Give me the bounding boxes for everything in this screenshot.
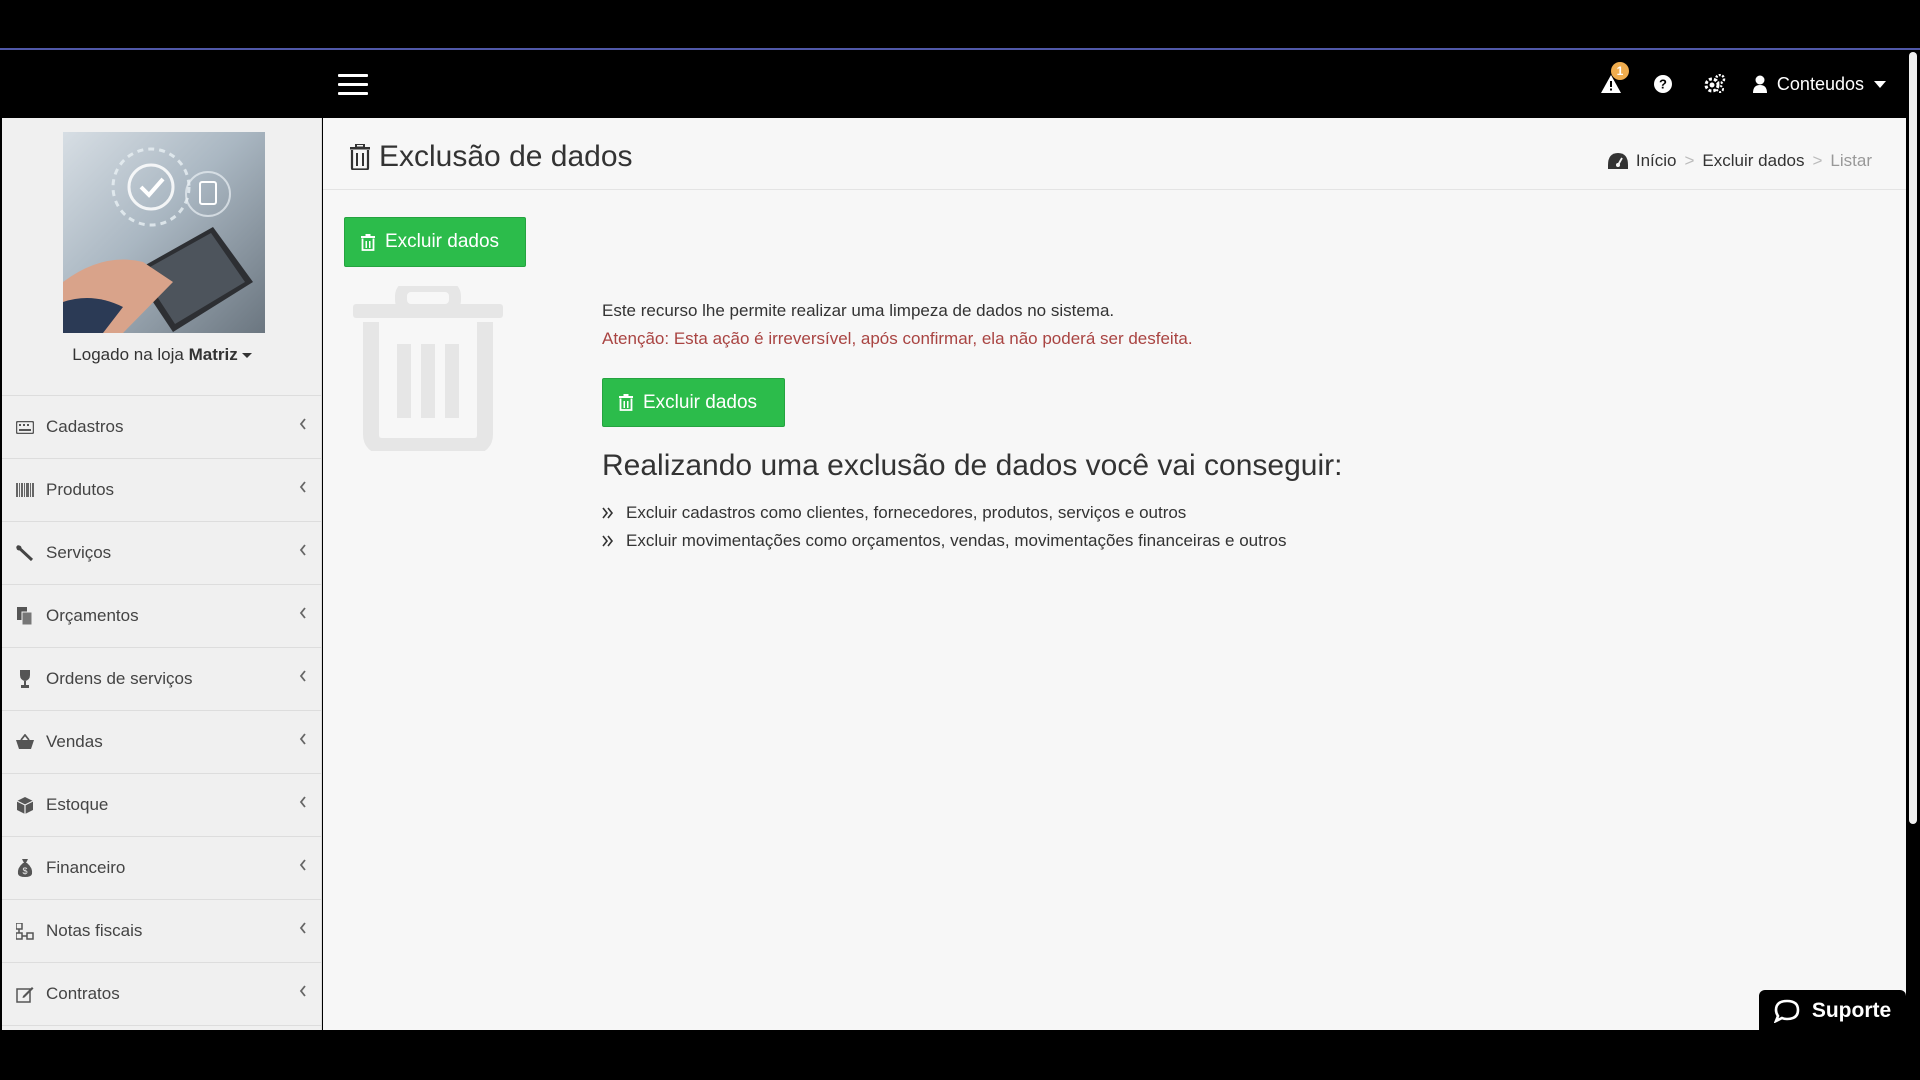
breadcrumb-separator: > [1812, 151, 1823, 170]
support-label: Suporte [1811, 999, 1892, 1022]
settings-icon [1704, 74, 1726, 93]
chevron-left-icon [299, 418, 306, 430]
breadcrumb-section[interactable]: Excluir dados [1702, 151, 1804, 171]
sidebar-item-label: Notas fiscais [46, 921, 143, 940]
sidebar-item-label: Orçamentos [46, 606, 139, 625]
user-menu[interactable]: Conteudos [1741, 74, 1886, 95]
sidebar-item-label: Financeiro [46, 858, 126, 877]
support-button[interactable]: Suporte [1759, 990, 1906, 1032]
scrollbar-thumb[interactable] [1909, 52, 1917, 824]
sidebar-item-cadastros[interactable]: Cadastros [2, 396, 321, 459]
money-bag-icon: $ [14, 859, 36, 877]
user-icon [1752, 75, 1767, 93]
breadcrumb: Início > Excluir dados > Listar [1607, 151, 1872, 171]
sitemap-icon [14, 922, 36, 940]
large-trash-icon [353, 286, 503, 451]
chevron-left-icon [299, 859, 306, 871]
breadcrumb-home[interactable]: Início [1636, 151, 1677, 171]
svg-text:?: ? [1659, 77, 1667, 92]
excluir-dados-button[interactable]: Excluir dados [602, 378, 785, 427]
sidebar-item-label: Produtos [46, 480, 115, 499]
menu-icon[interactable] [338, 74, 368, 96]
notification-badge: 1 [1610, 62, 1629, 80]
sidebar-item-label: Vendas [46, 732, 103, 751]
page-title: Exclusão de dados [349, 140, 633, 174]
benefits-list: Excluir cadastros como clientes, fornece… [602, 499, 1286, 555]
trophy-icon [14, 670, 36, 688]
files-icon [14, 607, 36, 625]
breadcrumb-current: Listar [1830, 151, 1872, 170]
wrench-icon [14, 544, 36, 562]
sidebar-item-orcamentos[interactable]: Orçamentos [2, 585, 321, 648]
button-label: Excluir dados [643, 391, 758, 413]
button-label: Excluir dados [385, 231, 500, 252]
sidebar-item-financeiro[interactable]: $ Financeiro [2, 837, 321, 900]
double-chevron-right-icon [602, 507, 614, 519]
sidebar-item-notas-fiscais[interactable]: Notas fiscais [2, 900, 321, 963]
vertical-scrollbar[interactable] [1906, 50, 1920, 1030]
page-header: Exclusão de dados Início > Excluir dados… [323, 118, 1906, 190]
top-navbar: 1 ? Conteudos [2, 50, 1906, 118]
list-item-text: Excluir cadastros como clientes, fornece… [626, 503, 1187, 522]
trash-icon [619, 394, 633, 411]
sidebar-item-label: Estoque [46, 795, 109, 814]
main-content: Exclusão de dados Início > Excluir dados… [323, 118, 1906, 1030]
notifications-button[interactable]: 1 [1585, 50, 1637, 118]
chevron-left-icon [299, 985, 306, 997]
store-prefix: Logado na loja [72, 345, 184, 364]
chevron-left-icon [299, 733, 306, 745]
description-text: Este recurso lhe permite realizar uma li… [602, 301, 1115, 320]
page-title-text: Exclusão de dados [379, 140, 633, 173]
edit-icon [14, 985, 36, 1003]
sidebar-item-estoque[interactable]: Estoque [2, 774, 321, 837]
chevron-left-icon [299, 544, 306, 556]
sidebar-item-vendas[interactable]: Vendas [2, 711, 321, 774]
basket-icon [14, 733, 36, 751]
keyboard-icon [14, 418, 36, 436]
barcode-icon [14, 481, 36, 499]
sidebar-item-produtos[interactable]: Produtos [2, 459, 321, 522]
excluir-dados-button-top[interactable]: Excluir dados [344, 217, 526, 267]
list-item-text: Excluir movimentações como orçamentos, v… [626, 531, 1287, 550]
sidebar-item-label: Contratos [46, 984, 120, 1003]
dashboard-icon [1607, 153, 1628, 169]
app-window: 1 ? Conteudos Logado na loja Matriz Cada… [0, 0, 1920, 1080]
sidebar-item-label: Cadastros [46, 417, 124, 436]
sidebar: Logado na loja Matriz Cadastros Produtos… [2, 118, 322, 1030]
user-name: Conteudos [1776, 73, 1864, 94]
double-chevron-right-icon [602, 535, 614, 547]
trash-icon [361, 233, 375, 251]
store-image-art [63, 147, 253, 333]
list-item: Excluir cadastros como clientes, fornece… [602, 499, 1286, 527]
sidebar-item-label: Ordens de serviços [46, 669, 193, 688]
chevron-down-icon [241, 353, 252, 359]
chevron-left-icon [299, 922, 306, 934]
chevron-left-icon [299, 481, 306, 493]
help-icon: ? [1653, 75, 1672, 93]
sidebar-item-label: Serviços [46, 543, 112, 562]
sidebar-item-ordens-de-servicos[interactable]: Ordens de serviços [2, 648, 321, 711]
chevron-down-icon [1874, 80, 1886, 88]
chevron-left-icon [299, 796, 306, 808]
settings-button[interactable] [1689, 50, 1741, 118]
sidebar-item-servicos[interactable]: Serviços [2, 522, 321, 585]
help-button[interactable]: ? [1637, 50, 1689, 118]
chevron-left-icon [299, 607, 306, 619]
store-name: Matriz [188, 345, 238, 364]
store-image [63, 132, 265, 333]
list-item: Excluir movimentações como orçamentos, v… [602, 527, 1286, 555]
top-actions: 1 ? Conteudos [1585, 50, 1886, 118]
sidebar-profile: Logado na loja Matriz [2, 118, 321, 396]
store-selector[interactable]: Logado na loja Matriz [2, 345, 322, 365]
svg-text:$: $ [22, 866, 27, 876]
sidebar-item-contratos[interactable]: Contratos [2, 963, 321, 1026]
bottom-bar [0, 1030, 1920, 1080]
chat-bubble-icon [1773, 999, 1800, 1023]
chevron-left-icon [299, 670, 306, 682]
benefits-heading: Realizando uma exclusão de dados você va… [602, 449, 1343, 482]
warning-text: Atenção: Esta ação é irreversível, após … [602, 329, 1193, 348]
cube-icon [14, 796, 36, 814]
trash-icon [350, 144, 370, 170]
breadcrumb-separator: > [1684, 151, 1695, 170]
